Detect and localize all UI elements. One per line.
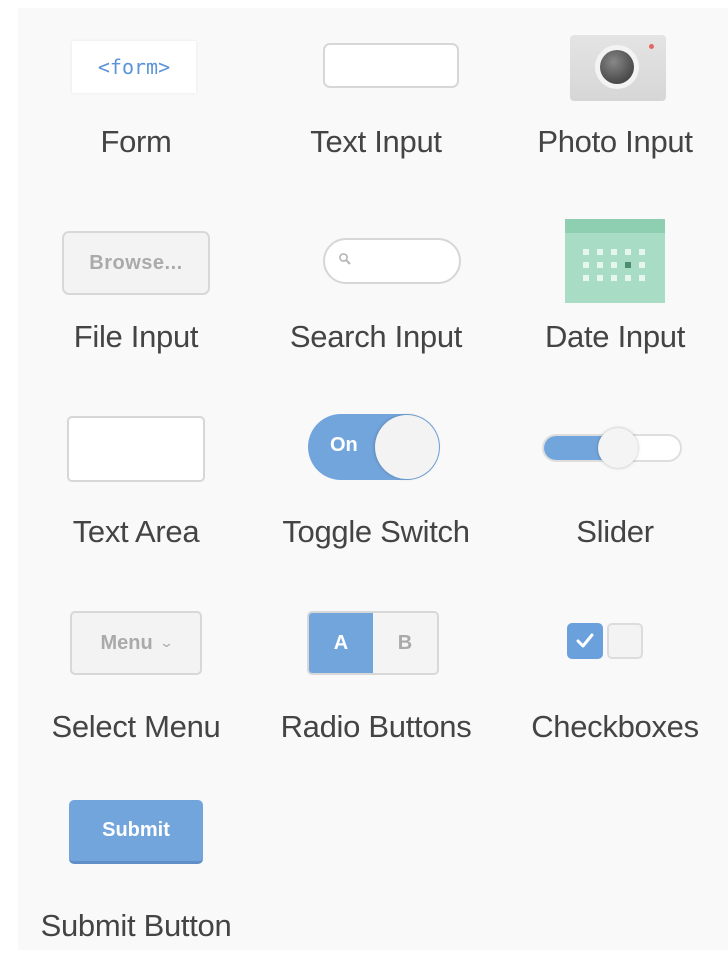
checkboxes-tile[interactable]: Checkboxes <box>495 593 728 773</box>
camera-indicator-dot <box>649 44 654 49</box>
text-area-tile[interactable]: Text Area <box>16 398 256 578</box>
submit-button-label: Submit Button <box>40 908 232 943</box>
select-menu-box: Menu ⌄ <box>70 611 202 675</box>
photo-input-preview <box>495 8 728 118</box>
form-tile[interactable]: <form> Form <box>16 8 256 188</box>
checkboxes-label: Checkboxes <box>531 709 699 744</box>
camera-icon <box>570 35 666 101</box>
toggle-switch-preview: On <box>256 398 496 508</box>
file-input-label: File Input <box>73 319 199 354</box>
submit-button-tile[interactable]: Submit Submit Button <box>16 788 256 968</box>
search-input-preview <box>256 203 496 313</box>
magnifier-icon <box>339 253 351 265</box>
radio-buttons-label: Radio Buttons <box>280 709 472 744</box>
calendar-header <box>565 219 665 233</box>
checkboxes-preview <box>495 593 728 703</box>
checkbox-checked <box>567 623 603 659</box>
search-input-label: Search Input <box>289 319 463 354</box>
text-input-tile[interactable]: Text Input <box>256 8 496 188</box>
radio-segmented-control: A B <box>307 611 439 675</box>
components-panel: <form> Form Text Input Photo Input Brows… <box>18 8 728 950</box>
toggle-state-text: On <box>330 434 358 456</box>
radio-option-a: A <box>309 613 373 673</box>
slider-knob <box>598 428 638 468</box>
submit-button-preview: Submit <box>16 788 256 898</box>
radio-buttons-tile[interactable]: A B Radio Buttons <box>256 593 496 773</box>
submit-button: Submit <box>69 800 203 864</box>
form-preview: <form> <box>16 8 256 118</box>
camera-lens <box>595 45 639 89</box>
toggle-switch-label: Toggle Switch <box>282 514 470 549</box>
date-input-label: Date Input <box>544 319 686 354</box>
calendar-icon <box>565 219 665 303</box>
radio-option-b: B <box>373 613 437 673</box>
file-input-preview: Browse... <box>16 203 256 313</box>
text-input-preview <box>256 8 496 118</box>
text-area-label: Text Area <box>72 514 200 549</box>
select-menu-value: Menu <box>100 631 153 654</box>
select-menu-label: Select Menu <box>51 709 221 744</box>
toggle-switch-tile[interactable]: On Toggle Switch <box>256 398 496 578</box>
check-icon <box>576 633 594 648</box>
select-menu-preview: Menu ⌄ <box>16 593 256 703</box>
slider-preview <box>495 398 728 508</box>
chevron-down-icon: ⌄ <box>158 635 174 650</box>
photo-input-label: Photo Input <box>537 124 693 159</box>
text-input-field <box>323 43 459 88</box>
search-field <box>323 238 461 284</box>
form-label: Form <box>100 124 172 159</box>
photo-input-tile[interactable]: Photo Input <box>495 8 728 188</box>
slider-tile[interactable]: Slider <box>495 398 728 578</box>
date-input-tile[interactable]: Date Input <box>495 203 728 383</box>
select-menu-tile[interactable]: Menu ⌄ Select Menu <box>16 593 256 773</box>
text-area-preview <box>16 398 256 508</box>
form-tag-chip: <form> <box>72 41 196 93</box>
date-input-preview <box>495 203 728 313</box>
slider-label: Slider <box>576 514 654 549</box>
radio-buttons-preview: A B <box>256 593 496 703</box>
checkbox-unchecked <box>607 623 643 659</box>
toggle-switch: On <box>308 414 440 480</box>
calendar-grid <box>583 249 649 281</box>
search-input-tile[interactable]: Search Input <box>256 203 496 383</box>
text-input-label: Text Input <box>310 124 442 159</box>
toggle-knob <box>375 415 439 479</box>
file-input-tile[interactable]: Browse... File Input <box>16 203 256 383</box>
text-area-field <box>67 416 205 482</box>
browse-button: Browse... <box>62 231 210 295</box>
